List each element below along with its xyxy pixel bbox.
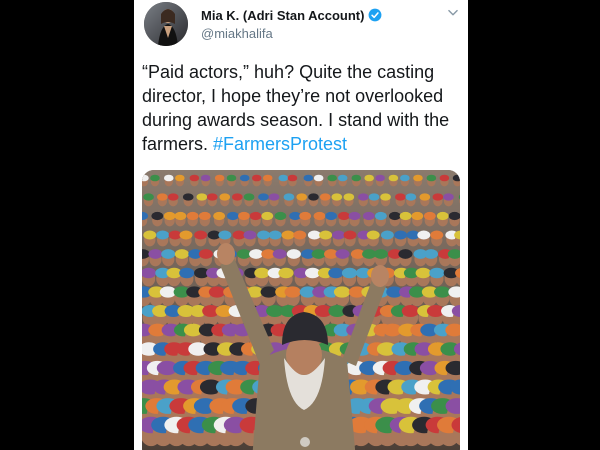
hashtag-link[interactable]: #FarmersProtest xyxy=(213,134,347,154)
verified-badge-icon xyxy=(368,8,382,22)
display-name[interactable]: Mia K. (Adri Stan Account) xyxy=(201,8,364,23)
author-name-row[interactable]: Mia K. (Adri Stan Account) xyxy=(201,6,382,24)
author-handle[interactable]: @miakhalifa xyxy=(201,26,273,41)
chevron-down-icon[interactable] xyxy=(446,6,460,20)
avatar[interactable] xyxy=(144,2,188,46)
tweet-text: “Paid actors,” huh? Quite the casting di… xyxy=(142,60,464,156)
tweet-card: Mia K. (Adri Stan Account) @miakhalifa “… xyxy=(134,0,468,450)
tweet-photo[interactable] xyxy=(142,170,460,450)
protest-crowd-photo xyxy=(142,170,460,450)
